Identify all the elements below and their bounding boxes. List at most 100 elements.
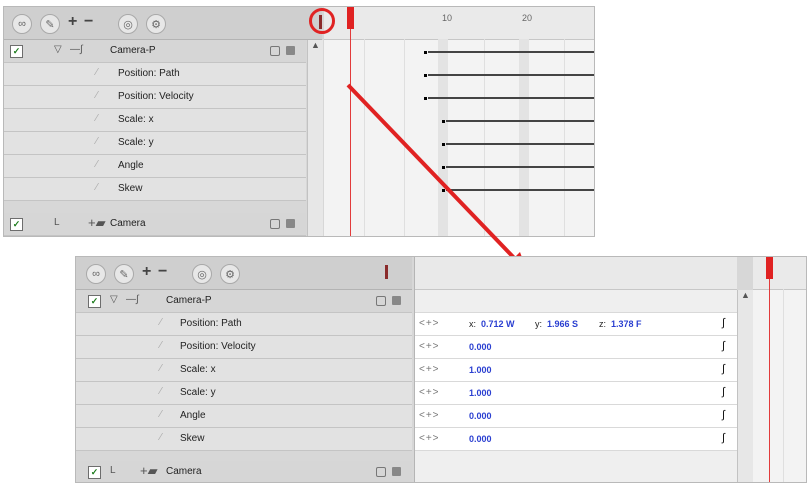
function-icon: ⁄: [96, 67, 98, 78]
lock-icon[interactable]: [376, 296, 386, 306]
scroll-up-icon[interactable]: ▲: [738, 290, 753, 300]
add-drawing-icon[interactable]: ⚙: [146, 14, 166, 34]
keyframe-line: [428, 51, 594, 53]
function-row-skew[interactable]: <+> 0.000 ∫: [415, 428, 737, 451]
timeline-frames[interactable]: 10 20: [324, 7, 594, 236]
layer-scale-x[interactable]: ⁄ Scale: x: [4, 109, 306, 132]
layer-position-velocity[interactable]: ⁄ Position: Velocity: [76, 336, 412, 359]
lock-icon[interactable]: [270, 46, 280, 56]
function-value[interactable]: 1.000: [469, 388, 492, 398]
function-icon: ⁄: [96, 113, 98, 124]
curve-icon[interactable]: ∫: [722, 317, 725, 329]
y-value[interactable]: 1.966 S: [547, 319, 578, 329]
show-all-icon[interactable]: ∞: [12, 14, 32, 34]
layer-skew[interactable]: ⁄ Skew: [4, 178, 306, 201]
layer-checkbox[interactable]: ✓: [88, 466, 101, 479]
timeline-frames[interactable]: [753, 257, 806, 482]
scroll-up-icon[interactable]: ▲: [308, 40, 323, 50]
layer-scale-y[interactable]: ⁄ Scale: y: [4, 132, 306, 155]
function-row-camera: [415, 451, 737, 482]
keyframe-nav-icon[interactable]: <+>: [419, 341, 440, 352]
curve-icon[interactable]: ∫: [722, 409, 725, 421]
collapse-splitter-icon[interactable]: [378, 264, 394, 280]
curve-icon[interactable]: ∫: [722, 386, 725, 398]
y-label: y:: [535, 319, 543, 329]
layer-camera-p[interactable]: ✓ ▽ —∫ Camera-P: [4, 40, 306, 63]
layer-camera[interactable]: ✓ L +▰ Camera: [4, 213, 306, 236]
layer-checkbox[interactable]: ✓: [10, 45, 23, 58]
layer-name: Skew: [180, 433, 205, 444]
function-icon: ⁄: [160, 386, 162, 397]
add-peg-icon[interactable]: ◎: [118, 14, 138, 34]
function-row-scale-x[interactable]: <+> 1.000 ∫: [415, 359, 737, 382]
layer-name: Position: Path: [180, 318, 242, 329]
keyframe[interactable]: [424, 74, 427, 77]
keyframe-nav-icon[interactable]: <+>: [419, 318, 440, 329]
disk-icon[interactable]: [392, 467, 401, 476]
keyframe[interactable]: [442, 189, 445, 192]
function-row-position-velocity[interactable]: <+> 0.000 ∫: [415, 336, 737, 359]
hide-all-icon[interactable]: ✎: [114, 264, 134, 284]
function-row-angle[interactable]: <+> 0.000 ∫: [415, 405, 737, 428]
frame-ruler[interactable]: [753, 257, 806, 290]
playhead[interactable]: [347, 7, 354, 236]
function-icon: ⁄: [96, 159, 98, 170]
keyframe-nav-icon[interactable]: <+>: [419, 364, 440, 375]
layer-name: Angle: [180, 410, 206, 421]
add-peg-icon[interactable]: ◎: [192, 264, 212, 284]
lock-icon[interactable]: [270, 219, 280, 229]
function-value[interactable]: 0.000: [469, 411, 492, 421]
layer-scale-x[interactable]: ⁄ Scale: x: [76, 359, 412, 382]
keyframe-nav-icon[interactable]: <+>: [419, 433, 440, 444]
layer-position-path[interactable]: ⁄ Position: Path: [4, 63, 306, 86]
curve-icon[interactable]: ∫: [722, 363, 725, 375]
layer-camera-p[interactable]: ✓ ▽ —∫ Camera-P: [76, 290, 412, 313]
layer-checkbox[interactable]: ✓: [88, 295, 101, 308]
keyframe-nav-icon[interactable]: <+>: [419, 387, 440, 398]
keyframe[interactable]: [424, 97, 427, 100]
function-value[interactable]: 0.000: [469, 342, 492, 352]
function-row-position-path[interactable]: <+> x: 0.712 W y: 1.966 S z: 1.378 F ∫: [415, 313, 737, 336]
function-panel: <+> x: 0.712 W y: 1.966 S z: 1.378 F ∫ <…: [414, 257, 753, 482]
keyframe-line: [428, 97, 594, 99]
remove-layer-icon[interactable]: −: [84, 13, 93, 31]
layer-angle[interactable]: ⁄ Angle: [76, 405, 412, 428]
layer-scrollbar[interactable]: ▲: [307, 40, 323, 236]
keyframe[interactable]: [424, 51, 427, 54]
curve-icon[interactable]: ∫: [722, 432, 725, 444]
show-all-icon[interactable]: ∞: [86, 264, 106, 284]
keyframe-nav-icon[interactable]: <+>: [419, 410, 440, 421]
layer-camera[interactable]: ✓ L +▰ Camera: [76, 461, 412, 482]
z-value[interactable]: 1.378 F: [611, 319, 642, 329]
disk-icon[interactable]: [392, 296, 401, 305]
playhead[interactable]: [766, 257, 773, 482]
layer-skew[interactable]: ⁄ Skew: [76, 428, 412, 451]
add-layer-icon[interactable]: +: [68, 13, 77, 31]
hide-all-icon[interactable]: ✎: [40, 14, 60, 34]
function-scrollbar[interactable]: ▲: [737, 290, 753, 482]
function-value[interactable]: 1.000: [469, 365, 492, 375]
curve-icon[interactable]: ∫: [722, 340, 725, 352]
disk-icon[interactable]: [286, 46, 295, 55]
add-layer-icon[interactable]: +: [142, 263, 151, 281]
layer-angle[interactable]: ⁄ Angle: [4, 155, 306, 178]
frame-ruler[interactable]: 10 20: [324, 7, 594, 40]
function-value[interactable]: 0.000: [469, 434, 492, 444]
disk-icon[interactable]: [286, 219, 295, 228]
function-row-camera-p: [415, 290, 737, 313]
function-icon: ⁄: [160, 409, 162, 420]
keyframe[interactable]: [442, 166, 445, 169]
layer-position-velocity[interactable]: ⁄ Position: Velocity: [4, 86, 306, 109]
function-row-scale-y[interactable]: <+> 1.000 ∫: [415, 382, 737, 405]
layer-position-path[interactable]: ⁄ Position: Path: [76, 313, 412, 336]
remove-layer-icon[interactable]: −: [158, 263, 167, 281]
lock-icon[interactable]: [376, 467, 386, 477]
x-value[interactable]: 0.712 W: [481, 319, 515, 329]
add-drawing-icon[interactable]: ⚙: [220, 264, 240, 284]
expand-icon[interactable]: ▽: [54, 44, 62, 55]
keyframe[interactable]: [442, 120, 445, 123]
layer-checkbox[interactable]: ✓: [10, 218, 23, 231]
keyframe[interactable]: [442, 143, 445, 146]
layer-scale-y[interactable]: ⁄ Scale: y: [76, 382, 412, 405]
layer-name: Camera-P: [110, 45, 156, 56]
